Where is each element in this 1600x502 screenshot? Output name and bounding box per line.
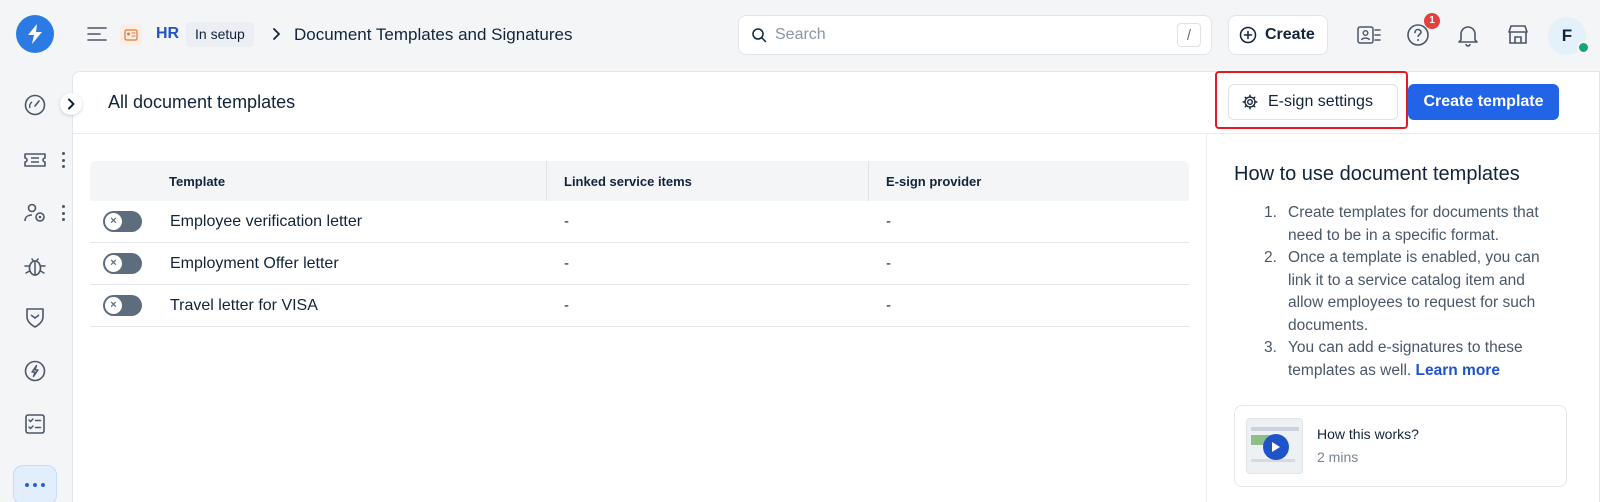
column-divider [868,161,869,201]
chevron-right-icon [270,27,282,41]
people-more-icon[interactable] [60,205,66,221]
speedometer-icon[interactable] [22,92,48,118]
plus-circle-icon [1239,26,1257,44]
video-duration: 2 mins [1317,449,1359,465]
help-panel-divider [1206,134,1207,502]
create-template-button[interactable]: Create template [1408,84,1559,120]
app-logo-icon[interactable] [16,15,54,53]
bug-icon[interactable] [22,253,48,279]
help-step: 3. You can add e-signatures to these temp… [1264,339,1523,379]
column-header-linked[interactable]: Linked service items [564,174,692,189]
column-divider [546,161,547,201]
table-row: × Employee verification letter - - [90,201,1189,243]
search-icon [751,27,767,43]
compass-icon[interactable] [22,358,48,384]
enable-toggle[interactable]: × [103,211,142,232]
table-header: Template Linked service items E-sign pro… [90,161,1189,201]
column-header-template[interactable]: Template [169,174,225,189]
linked-items-cell: - [564,255,569,272]
table-row: × Employment Offer letter - - [90,243,1189,285]
esign-provider-cell: - [886,213,891,230]
esign-provider-cell: - [886,297,891,314]
video-card[interactable]: How this works? 2 mins [1234,405,1567,487]
search-box[interactable]: / [738,15,1212,55]
video-title: How this works? [1317,426,1419,442]
store-icon[interactable] [1505,22,1531,48]
page-title: Document Templates and Signatures [294,25,573,44]
table-row: × Travel letter for VISA - - [90,285,1189,327]
contacts-list-icon[interactable] [1356,22,1382,48]
close-icon: × [105,255,122,272]
menu-icon[interactable] [86,24,108,44]
help-step: 1. Create templates for documents that ne… [1264,204,1539,244]
create-button[interactable]: Create [1228,15,1328,55]
shield-icon[interactable] [22,305,48,331]
breadcrumb-module-link[interactable]: HR [156,25,179,43]
bell-icon[interactable] [1455,22,1481,48]
more-icon[interactable] [13,465,57,502]
ticket-more-icon[interactable] [60,152,66,168]
search-input[interactable] [775,24,1155,46]
create-button-label: Create [1265,26,1315,43]
learn-more-link[interactable]: Learn more [1416,362,1500,379]
enable-toggle[interactable]: × [103,253,142,274]
template-name[interactable]: Travel letter for VISA [170,297,318,315]
top-bar: HR In setup Document Templates and Signa… [0,0,1600,70]
linked-items-cell: - [564,297,569,314]
template-name[interactable]: Employment Offer letter [170,255,339,273]
video-thumbnail[interactable] [1246,418,1303,474]
help-steps-list: 1. Create templates for documents that ne… [1264,202,1564,382]
close-icon: × [105,213,122,230]
divider [73,133,1600,134]
esign-settings-label: E-sign settings [1268,93,1373,110]
status-badge: In setup [186,22,254,47]
close-icon: × [105,297,122,314]
online-status-dot [1577,41,1590,54]
esign-provider-cell: - [886,255,891,272]
chevron-right-icon [68,98,75,110]
help-step-text: Create templates for documents that need… [1288,204,1539,244]
linked-items-cell: - [564,213,569,230]
play-icon[interactable] [1263,434,1289,460]
column-header-provider[interactable]: E-sign provider [886,174,981,189]
checklist-icon[interactable] [22,411,48,437]
enable-toggle[interactable]: × [103,295,142,316]
help-step: 2. Once a template is enabled, you can li… [1264,249,1540,334]
help-step-text: Once a template is enabled, you can link… [1288,249,1540,334]
hr-module-icon [120,24,142,46]
notification-count-badge: 1 [1424,13,1440,29]
section-title: All document templates [108,92,296,112]
search-shortcut-key: / [1177,23,1201,47]
help-title: How to use document templates [1234,163,1520,185]
esign-settings-button[interactable]: E-sign settings [1228,84,1398,120]
gear-icon [1242,94,1258,110]
ticket-icon[interactable] [22,147,48,173]
template-name[interactable]: Employee verification letter [170,213,362,231]
expand-sidebar-button[interactable] [60,93,82,115]
people-settings-icon[interactable] [22,200,48,226]
